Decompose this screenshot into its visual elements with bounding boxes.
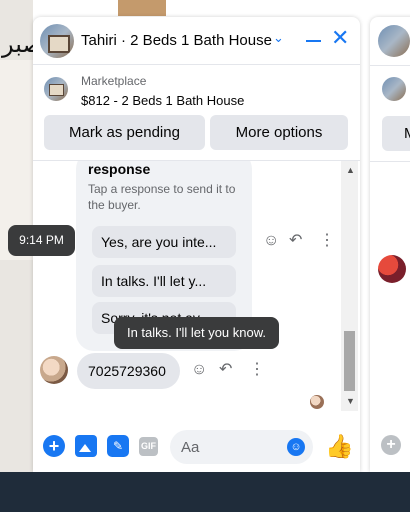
- suggested-response[interactable]: In talks. I'll let y...: [92, 265, 236, 297]
- contact-avatar[interactable]: [378, 255, 406, 283]
- message-input[interactable]: Aa ☺: [170, 430, 313, 464]
- listing-thumbnail[interactable]: [382, 77, 406, 101]
- plus-icon[interactable]: +: [381, 435, 401, 455]
- divider: [370, 161, 410, 162]
- suggested-responses-subtitle: Tap a response to send it to the buyer.: [88, 182, 236, 212]
- gif-icon[interactable]: GIF: [139, 437, 158, 456]
- more-icon[interactable]: ⋮: [319, 231, 335, 251]
- suggested-response[interactable]: Yes, are you inte...: [92, 226, 236, 258]
- photo-icon[interactable]: [75, 435, 97, 457]
- scroll-up-arrow[interactable]: ▲: [346, 165, 355, 175]
- scroll-thumb[interactable]: [344, 331, 355, 391]
- suggested-responses-title: response: [88, 161, 151, 177]
- minimize-icon[interactable]: [305, 29, 323, 51]
- react-icon[interactable]: ☺: [263, 231, 279, 251]
- message-input-placeholder: Aa: [181, 439, 200, 456]
- buyer-avatar[interactable]: [40, 356, 68, 384]
- message-row: 7025729360 ☺ ↶ ⋮: [33, 351, 333, 391]
- listing-title[interactable]: $812 - 2 Beds 1 Bath House: [81, 93, 244, 108]
- message-actions: ☺ ↶ ⋮: [191, 360, 271, 380]
- message-tooltip: In talks. I'll let you know.: [114, 317, 279, 349]
- listing-thumbnail[interactable]: [44, 77, 68, 101]
- listing-avatar[interactable]: [40, 24, 74, 58]
- more-options-button[interactable]: More options: [210, 115, 348, 150]
- second-chat-window: M +: [370, 17, 410, 472]
- seen-avatar: [310, 395, 324, 409]
- button-label: M: [404, 125, 410, 142]
- more-icon[interactable]: ⋮: [249, 360, 265, 380]
- divider: [370, 65, 410, 66]
- message-composer: + ✎ GIF Aa ☺ 👍: [33, 422, 360, 472]
- sticker-icon[interactable]: ✎: [107, 435, 129, 457]
- listing-avatar[interactable]: [378, 25, 410, 57]
- chat-window: Tahiri · 2 Beds 1 Bath House ⌄ ✕ Marketp…: [33, 17, 360, 472]
- plus-icon[interactable]: +: [43, 435, 65, 457]
- taskbar: [0, 472, 410, 512]
- mark-as-pending-button[interactable]: Mark as pending: [44, 115, 205, 150]
- marketplace-label: Marketplace: [81, 74, 147, 88]
- chevron-down-icon[interactable]: ⌄: [273, 30, 284, 46]
- chat-header: Tahiri · 2 Beds 1 Bath House ⌄ ✕: [33, 17, 360, 65]
- reply-icon[interactable]: ↶: [289, 231, 302, 251]
- marketplace-banner: Marketplace $812 - 2 Beds 1 Bath House M…: [33, 65, 360, 161]
- chat-title[interactable]: Tahiri · 2 Beds 1 Bath House: [81, 32, 272, 49]
- reply-icon[interactable]: ↶: [219, 360, 232, 380]
- background-image: [118, 0, 166, 16]
- message-scrollbar[interactable]: ▲ ▼: [341, 161, 358, 411]
- thumbs-up-icon[interactable]: 👍: [325, 433, 354, 460]
- emoji-icon[interactable]: ☺: [287, 438, 305, 456]
- timestamp-tooltip: 9:14 PM: [8, 225, 75, 256]
- react-icon[interactable]: ☺: [191, 360, 207, 380]
- mark-as-pending-button[interactable]: M: [382, 116, 410, 151]
- message-bubble[interactable]: 7025729360: [77, 353, 180, 389]
- close-icon[interactable]: ✕: [331, 27, 349, 49]
- message-actions: ☺ ↶ ⋮: [261, 231, 341, 251]
- scroll-down-arrow[interactable]: ▼: [346, 396, 355, 406]
